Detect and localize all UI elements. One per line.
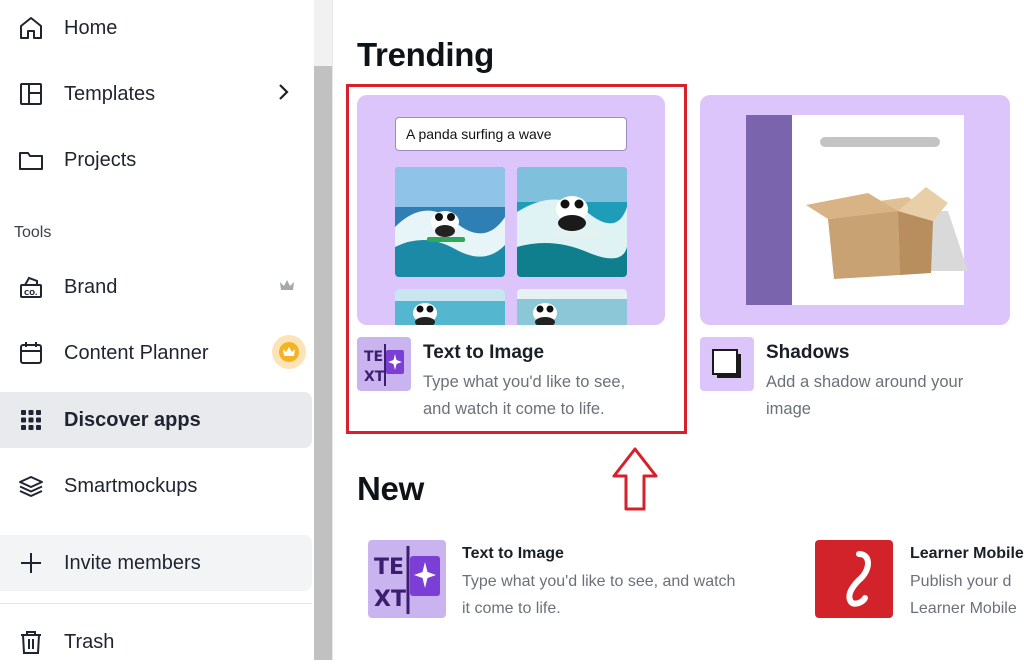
shadows-app-icon (700, 337, 754, 391)
shadows-description-line2: image (766, 400, 811, 418)
sidebar-divider (0, 603, 312, 604)
sidebar-item-brand[interactable]: CO. Brand (0, 259, 312, 315)
chevron-right-icon (276, 82, 290, 108)
learner-mobile-title[interactable]: Learner Mobile (910, 545, 1024, 563)
shadow-preview-sidebar (746, 115, 792, 305)
sidebar-item-smartmockups[interactable]: Smartmockups (0, 458, 312, 514)
sidebar-item-label: Smartmockups (64, 474, 198, 497)
shadows-description-line1: Add a shadow around your (766, 373, 964, 391)
trash-icon (16, 627, 46, 657)
templates-icon (16, 79, 46, 109)
learner-mobile-icon[interactable] (815, 540, 893, 618)
invite-members-label: Invite members (64, 551, 201, 574)
sidebar-item-label: Templates (64, 82, 156, 105)
new-text-to-image-description-line1: Type what you'd like to see, and watch (462, 573, 736, 590)
tools-section-label: Tools (14, 224, 52, 241)
svg-text:CO.: CO. (24, 289, 38, 297)
trending-heading: Trending (357, 36, 494, 73)
sidebar-item-label: Content Planner (64, 341, 209, 364)
sidebar-item-label: Home (64, 16, 118, 39)
sidebar-item-trash[interactable]: Trash (0, 614, 312, 670)
cardboard-box-image (806, 187, 968, 279)
sidebar-scrollbar[interactable] (314, 0, 332, 660)
sidebar-item-label: Trash (64, 630, 115, 653)
sidebar-item-label: Projects (64, 148, 137, 171)
sidebar-item-discover-apps[interactable]: Discover apps (0, 392, 312, 448)
folder-icon (16, 145, 46, 175)
shadow-preview-bar (820, 137, 940, 147)
sidebar-item-home[interactable]: Home (0, 0, 312, 56)
new-heading: New (357, 470, 424, 507)
shadows-title[interactable]: Shadows (766, 342, 849, 364)
home-icon (16, 13, 46, 43)
learner-mobile-description-line1: Publish your d (910, 573, 1012, 590)
brand-icon: CO. (16, 272, 46, 302)
layers-icon (16, 471, 46, 501)
crown-badge-icon (272, 335, 306, 369)
sidebar-item-label: Discover apps (64, 408, 201, 431)
plus-icon (16, 548, 46, 578)
crown-icon (278, 276, 296, 299)
svg-text:TE: TE (374, 555, 404, 580)
apps-grid-icon (16, 405, 46, 435)
sidebar-item-templates[interactable]: Templates (0, 66, 312, 122)
new-text-to-image-icon[interactable]: TE XT (368, 540, 446, 618)
sidebar-item-projects[interactable]: Projects (0, 132, 312, 188)
sidebar: Home Templates Projects Tools CO. Brand … (0, 0, 314, 660)
shadow-preview-canvas (746, 115, 968, 305)
svg-text:XT: XT (374, 587, 406, 612)
scrollbar-thumb[interactable] (314, 66, 332, 660)
invite-members-button[interactable]: Invite members (0, 535, 312, 591)
sidebar-item-label: Brand (64, 275, 118, 298)
learner-mobile-description-line2: Learner Mobile (910, 600, 1017, 617)
new-text-to-image-description-line2: it come to life. (462, 600, 561, 617)
up-arrow-icon (612, 447, 658, 511)
highlight-box (346, 84, 687, 434)
new-text-to-image-title[interactable]: Text to Image (462, 545, 564, 563)
sidebar-item-content-planner[interactable]: Content Planner (0, 325, 312, 381)
calendar-icon (16, 338, 46, 368)
shadows-card-thumbnail[interactable] (700, 95, 1010, 325)
